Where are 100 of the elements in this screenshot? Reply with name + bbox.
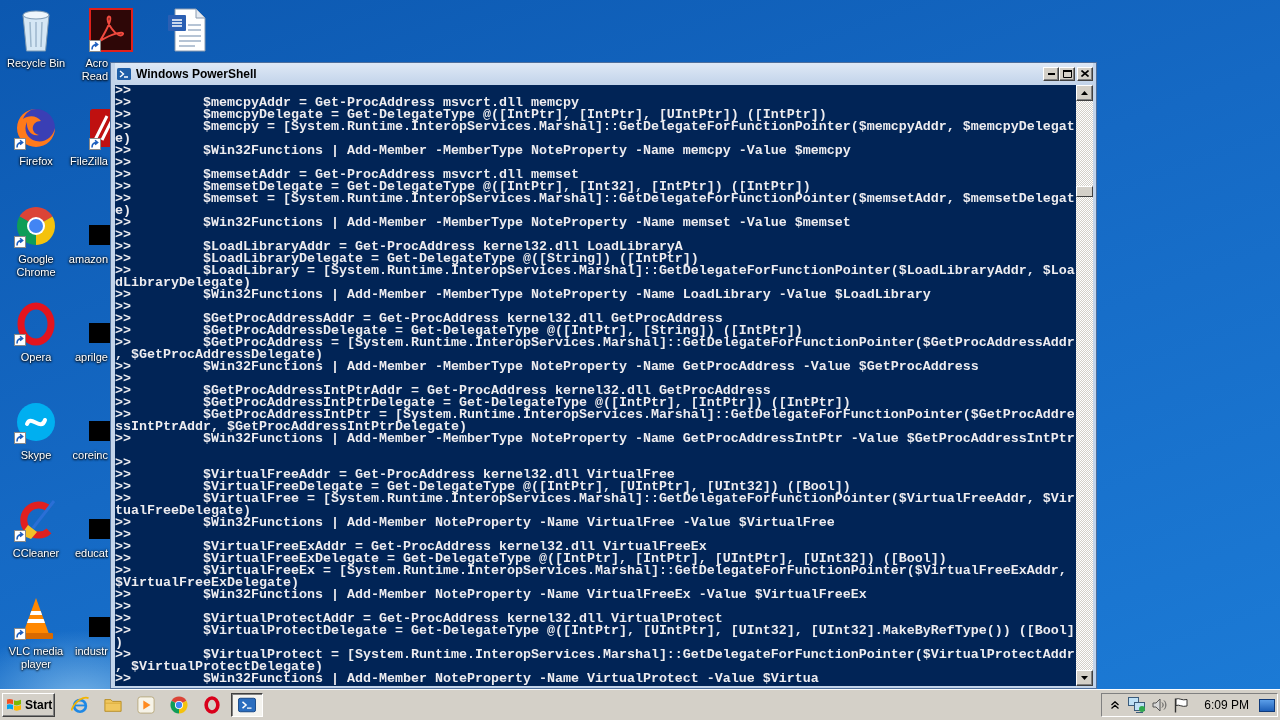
terminal-icon	[117, 66, 131, 81]
console-line: >>	[115, 157, 132, 169]
desktop-icon-label[interactable]: FileZilla	[68, 155, 108, 168]
console-line: >> $Win32Functions | Add-Member -MemberType NoteProperty -Name LoadLibrary -Value $LoadLibrary	[115, 289, 932, 301]
console-line: >> $memcpy = [System.Runtime.InteropServices.Marshal]::GetDelegateForFunctionPointer($memcpyAddr, $memcpyDelegat	[115, 121, 1076, 133]
close-button[interactable]	[1077, 66, 1093, 81]
console-line: >>	[115, 85, 132, 97]
desktop-icon-label[interactable]: aprilge	[68, 351, 108, 364]
chrome-icon[interactable]	[14, 204, 58, 248]
flag-icon[interactable]	[1174, 697, 1189, 713]
firefox-icon[interactable]	[14, 106, 58, 150]
media-player-icon	[137, 696, 155, 714]
console-line: >> $VirtualProtectDelegate = Get-DelegateType @([IntPtr], [UIntPtr], [UInt32], [UInt32].MakeByRefType()) ([Bool]	[115, 625, 1076, 637]
console-line: >>	[115, 529, 132, 541]
start-button[interactable]: Start	[2, 693, 55, 717]
opera-icon	[203, 696, 221, 714]
console-line: >> $Win32Functions | Add-Member -MemberType NoteProperty -Name memset -Value $memset	[115, 217, 852, 229]
desktop-icon-label[interactable]: amazon	[68, 253, 108, 266]
console-line: >> $VirtualFreeExDelegate = Get-DelegateType @([IntPtr], [IntPtr], [UIntPtr], [UInt32]) ([Bool])	[115, 553, 947, 565]
console-line: >> $LoadLibrary = [System.Runtime.InteropServices.Marshal]::GetDelegateForFunctionPointer($LoadLibraryAddr, $Loa	[115, 265, 1076, 277]
taskbar-button[interactable]	[231, 693, 263, 717]
console-line: >> $VirtualFreeDelegate = Get-DelegateType @([IntPtr], [UIntPtr], [UInt32]) ([Bool])	[115, 481, 851, 493]
console-line: >> $VirtualFreeEx = [System.Runtime.InteropServices.Marshal]::GetDelegateForFunctionPointer($VirtualFreeExAddr,	[115, 565, 1068, 577]
console-line: >> $VirtualProtect = [System.Runtime.InteropServices.Marshal]::GetDelegateForFunctionPointer($VirtualProtectAddr	[115, 649, 1076, 661]
console-line: >> $memsetAddr = Get-ProcAddress msvcrt.dll memset	[115, 169, 580, 181]
thumbnail-icon[interactable]	[89, 617, 111, 637]
console-line: >> $memcpyDelegate = Get-DelegateType @([IntPtr], [IntPtr], [UIntPtr]) ([IntPtr])	[115, 109, 827, 121]
clock[interactable]: 6:09 PM	[1204, 698, 1249, 712]
maximize-icon	[1062, 69, 1072, 78]
title-bar[interactable]: Windows PowerShell	[115, 63, 1093, 84]
console-line: >> $Win32Functions | Add-Member -MemberType NoteProperty -Name memcpy -Value $memcpy	[115, 145, 852, 157]
console-line: e)	[115, 133, 132, 145]
desktop-icon-label[interactable]: CCleaner	[12, 547, 60, 560]
desktop-icon-label[interactable]: VLC media player	[2, 645, 70, 671]
maximize-button[interactable]	[1059, 66, 1075, 81]
scroll-up-button[interactable]	[1076, 85, 1093, 101]
desktop-icon-label[interactable]: Google Chrome	[2, 253, 70, 279]
internet-explorer-icon	[71, 696, 89, 714]
console-line: >> $Win32Functions | Add-Member -MemberType NoteProperty -Name GetProcAddress -Value $GetProcAddress	[115, 361, 980, 373]
console-line: >> $memset = [System.Runtime.InteropServices.Marshal]::GetDelegateForFunctionPointer($memsetAddr, $memsetDelegat	[115, 193, 1076, 205]
console-line: >> $VirtualFreeExAddr = Get-ProcAddress kernel32.dll VirtualFreeEx	[115, 541, 708, 553]
console-line: e)	[115, 205, 132, 217]
folder-icon	[104, 696, 122, 714]
desktop-icon-label[interactable]: educat	[68, 547, 108, 560]
console-line: >> $Win32Functions | Add-Member NoteProperty -Name VirtualFreeEx -Value $VirtualFreeEx	[115, 589, 868, 601]
show-desktop-button[interactable]	[1259, 698, 1275, 712]
thumbnail-icon[interactable]	[89, 323, 111, 343]
desktop-icon-label[interactable]: coreinc	[68, 449, 108, 462]
terminal-icon	[238, 696, 256, 714]
thumbnail-icon[interactable]	[89, 421, 111, 441]
console-line: >> $LoadLibraryDelegate = Get-DelegateType @([String]) ([IntPtr])	[115, 253, 699, 265]
network-icon[interactable]	[1128, 697, 1147, 713]
scrollbar[interactable]	[1076, 85, 1093, 686]
desktop-icon-label[interactable]: Recycle Bin	[6, 57, 66, 70]
console-line: >>	[115, 601, 132, 613]
chrome-icon	[170, 696, 188, 714]
desktop-icon-label[interactable]: Firefox	[19, 155, 53, 168]
console-line: dLibraryDelegate)	[115, 277, 251, 289]
desktop-icon-label[interactable]: industr	[68, 645, 108, 658]
desktop-icon-label[interactable]: Opera	[20, 351, 52, 364]
thumbnail-icon[interactable]	[89, 225, 111, 245]
word-document-icon[interactable]	[165, 8, 209, 52]
console-line: >> $GetProcAddressIntPtr = [System.Runtime.InteropServices.Marshal]::GetDelegateForFunctionPointer($GetProcAddre	[115, 409, 1076, 421]
desktop-icon-label[interactable]: Skype	[20, 449, 52, 462]
console-line: >>	[115, 457, 132, 469]
console-line: )	[115, 637, 123, 649]
triangle-down-icon	[1081, 676, 1088, 680]
minimize-icon	[1047, 72, 1055, 75]
console-line: >> $memsetDelegate = Get-DelegateType @([IntPtr], [Int32], [IntPtr]) ([IntPtr])	[115, 181, 811, 193]
windows-logo-icon	[6, 698, 22, 712]
console-line: >> $VirtualFreeAddr = Get-ProcAddress kernel32.dll VirtualFree	[115, 469, 675, 481]
console-line: >> $VirtualProtectAddr = Get-ProcAddress kernel32.dll VirtualProtect	[115, 613, 724, 625]
console-line: >> $LoadLibraryAddr = Get-ProcAddress kernel32.dll LoadLibraryA	[115, 241, 683, 253]
window-title: Windows PowerShell	[136, 66, 257, 81]
console-line: >> $GetProcAddressIntPtrDelegate = Get-DelegateType @([IntPtr], [IntPtr]) ([IntPtr])	[115, 397, 851, 409]
thumbnail-icon[interactable]	[89, 519, 111, 539]
console-line: ssIntPtrAddr, $GetProcAddressIntPtrDelegate)	[115, 421, 467, 433]
console-line: >> $GetProcAddress = [System.Runtime.InteropServices.Marshal]::GetDelegateForFunctionPointer($GetProcAddressAddr	[115, 337, 1076, 349]
console-line: >> $Win32Functions | Add-Member -MemberType NoteProperty -Name GetProcAddressIntPtr -Value $GetProcAddressIntPtr	[115, 433, 1076, 445]
scrollbar-thumb[interactable]	[1076, 186, 1093, 197]
console-line: >> $Win32Functions | Add-Member NoteProperty -Name VirtualProtect -Value $Virtua	[115, 673, 820, 685]
volume-icon[interactable]	[1152, 698, 1169, 712]
console-line: >>	[115, 301, 132, 313]
console-line: >> $GetProcAddressDelegate = Get-DelegateType @([IntPtr], [String]) ([IntPtr])	[115, 325, 803, 337]
console-line: >> $memcpyAddr = Get-ProcAddress msvcrt.dll memcpy	[115, 97, 580, 109]
console-line: >> $GetProcAddressIntPtrAddr = Get-ProcAddress kernel32.dll GetProcAddress	[115, 385, 772, 397]
triangle-up-icon	[1081, 91, 1088, 95]
console-line: >>	[115, 229, 132, 241]
console-line: >> $VirtualFree = [System.Runtime.InteropServices.Marshal]::GetDelegateForFunctionPointer($VirtualFreeAddr, $Vir	[115, 493, 1076, 505]
console-line: >> $GetProcAddressAddr = Get-ProcAddress kernel32.dll GetProcAddress	[115, 313, 724, 325]
console-line: $VirtualFreeExDelegate)	[115, 577, 299, 589]
console-line: , $VirtualProtectDelegate)	[115, 661, 324, 673]
skype-icon[interactable]	[14, 400, 58, 444]
close-icon	[1081, 70, 1089, 77]
scroll-down-button[interactable]	[1076, 670, 1093, 686]
caret-up-icon	[1111, 701, 1120, 709]
minimize-button[interactable]	[1043, 66, 1059, 81]
console-line: tualFreeDelegate)	[115, 505, 251, 517]
desktop-icon-label[interactable]: Acro Read	[68, 57, 108, 83]
acrobat-icon[interactable]	[89, 8, 133, 52]
